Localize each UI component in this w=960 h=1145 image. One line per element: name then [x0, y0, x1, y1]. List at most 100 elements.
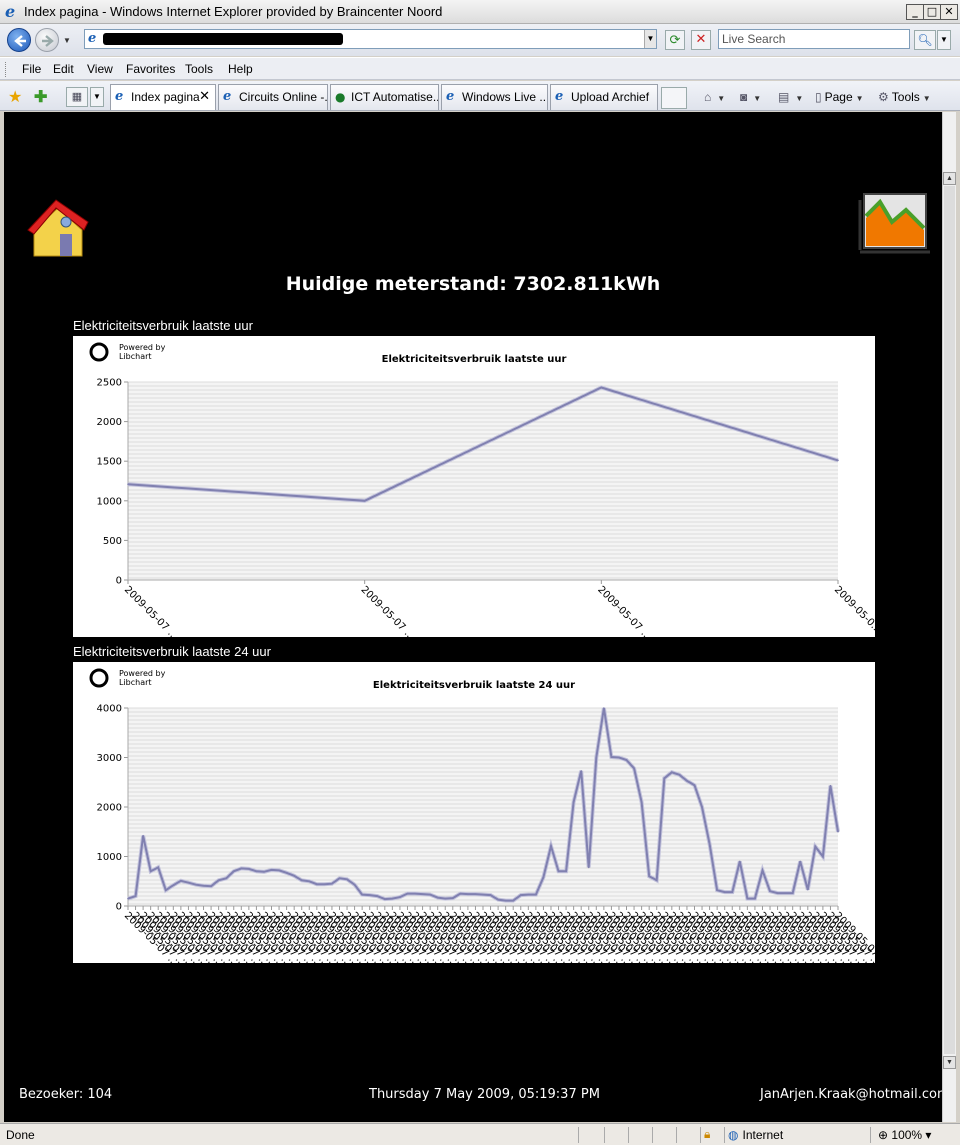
maximize-button[interactable]: □: [923, 4, 941, 20]
data-point: [164, 889, 167, 891]
data-point: [232, 870, 235, 873]
recent-pages-dropdown[interactable]: ▼: [63, 36, 71, 45]
x-tick-label: 2009-05-07 ...: [595, 584, 653, 637]
y-tick-label: 500: [103, 536, 122, 547]
home-button[interactable]: ⌂ ▼: [704, 87, 725, 107]
data-point: [444, 897, 447, 900]
new-tab-button[interactable]: [661, 87, 687, 109]
page-menu-button[interactable]: ▯ Page ▼: [815, 87, 864, 107]
data-point: [363, 500, 366, 502]
menu-file[interactable]: File: [22, 62, 41, 76]
tab-ict-automatisering[interactable]: ● ICT Automatise...: [330, 84, 439, 110]
arrow-right-icon: [42, 35, 54, 47]
data-point: [278, 869, 280, 872]
scroll-up-button[interactable]: ▲: [943, 172, 956, 185]
tab-bar: ★ ✚ ▦ ▼ e Index pagina ✕ e Circuits Onli…: [0, 81, 960, 111]
data-point: [406, 892, 409, 895]
data-point: [127, 483, 129, 485]
forward-button[interactable]: [35, 28, 59, 52]
data-point: [240, 867, 243, 870]
data-point: [180, 879, 182, 882]
stop-button[interactable]: ✕: [691, 30, 711, 50]
toolbar-grip: [5, 62, 8, 77]
tab-label: Circuits Online -...: [239, 90, 328, 104]
watermark-line-2: Libchart: [119, 678, 152, 687]
tab-upload-archief[interactable]: e Upload Archief: [550, 84, 658, 110]
menu-bar: File Edit View Favorites Tools Help: [0, 57, 960, 80]
y-tick-label: 0: [116, 902, 122, 913]
data-point: [474, 893, 477, 895]
contact-email-link[interactable]: JanArjen.Kraak@hotmail.com: [760, 1087, 950, 1103]
feeds-button[interactable]: ◙ ▼: [740, 87, 761, 107]
meter-reading: Huidige meterstand: 7302.811kWh: [285, 273, 661, 295]
refresh-button[interactable]: ⟳: [665, 30, 685, 50]
address-input[interactable]: e: [84, 29, 657, 49]
add-favorite-icon[interactable]: ✚: [34, 87, 47, 107]
data-point: [550, 845, 552, 847]
search-button[interactable]: 🔍︎: [914, 30, 936, 50]
watermark-line-2: Libchart: [119, 352, 152, 361]
data-point: [557, 870, 560, 873]
scroll-down-button[interactable]: ▼: [943, 1056, 956, 1069]
address-dropdown[interactable]: ▼: [644, 30, 656, 48]
menu-edit[interactable]: Edit: [53, 62, 74, 76]
browser-window: e Index pagina - Windows Internet Explor…: [0, 0, 960, 1145]
data-point: [693, 784, 696, 787]
zoom-level[interactable]: ⊕ 100% ▾: [878, 1127, 931, 1143]
menu-view[interactable]: View: [87, 62, 113, 76]
back-button[interactable]: [7, 28, 31, 52]
data-point: [519, 894, 522, 896]
tab-index-pagina[interactable]: e Index pagina ✕: [110, 84, 216, 110]
data-point: [210, 885, 212, 887]
data-point: [127, 897, 129, 900]
close-button[interactable]: ✕: [940, 4, 958, 20]
data-point: [837, 459, 839, 462]
y-tick-label: 2500: [97, 378, 122, 389]
address-bar-row: ▼ e ▼ ⟳ ✕ Live Search 🔍︎ ▼: [0, 24, 960, 56]
tab-label: Windows Live ...: [462, 90, 548, 104]
menu-favorites[interactable]: Favorites: [126, 62, 175, 76]
search-options-dropdown[interactable]: ▼: [937, 30, 951, 50]
data-point: [361, 893, 363, 896]
data-point: [837, 830, 839, 833]
data-point: [822, 855, 824, 858]
data-point: [600, 386, 603, 389]
data-point: [497, 898, 499, 901]
statistics-icon[interactable]: [856, 190, 932, 256]
watermark-line-1: Powered by: [119, 669, 166, 678]
tab-windows-live[interactable]: e Windows Live ...: [441, 84, 548, 110]
data-point: [346, 878, 348, 881]
data-point: [157, 866, 160, 869]
data-point: [678, 774, 681, 776]
page-icon: e: [88, 31, 97, 46]
house-icon[interactable]: [26, 196, 90, 262]
menu-tools[interactable]: Tools: [185, 62, 213, 76]
data-point: [172, 884, 175, 887]
visitor-count: Bezoeker: 104: [19, 1087, 113, 1102]
search-input[interactable]: Live Search: [718, 29, 910, 49]
data-point: [391, 897, 394, 900]
tab-label: Upload Archief: [571, 90, 650, 104]
minimize-button[interactable]: _: [906, 4, 924, 20]
site-icon: ●: [335, 90, 346, 104]
title-bar: e Index pagina - Windows Internet Explor…: [0, 0, 960, 24]
chart-hour-svg: Powered byLibchart Elektriciteitsverbruik…: [89, 342, 875, 637]
data-point: [595, 756, 598, 759]
quick-tabs-button[interactable]: ▦: [66, 87, 88, 107]
data-point: [512, 899, 515, 902]
print-button[interactable]: ▤ ▼: [778, 87, 803, 107]
chart-heading-24h: Elektriciteitsverbruik laatste 24 uur: [73, 644, 271, 659]
tab-circuits-online[interactable]: e Circuits Online -...: [218, 84, 328, 110]
vertical-scrollbar[interactable]: ▲ ▼: [942, 112, 956, 1122]
data-point: [572, 801, 575, 803]
protected-mode-icon: 🔒︎: [704, 1127, 711, 1141]
close-tab-icon[interactable]: ✕: [199, 85, 210, 109]
current-datetime: Thursday 7 May 2009, 05:19:37 PM: [369, 1087, 600, 1102]
favorites-center-icon[interactable]: ★: [8, 87, 22, 107]
menu-help[interactable]: Help: [228, 62, 253, 76]
home-icon: ⌂: [704, 90, 712, 104]
tools-menu-button[interactable]: ⚙ Tools ▼: [878, 87, 931, 107]
tab-list-dropdown[interactable]: ▼: [90, 87, 104, 107]
scroll-thumb[interactable]: [944, 186, 955, 1054]
libchart-logo-icon: [89, 342, 109, 362]
